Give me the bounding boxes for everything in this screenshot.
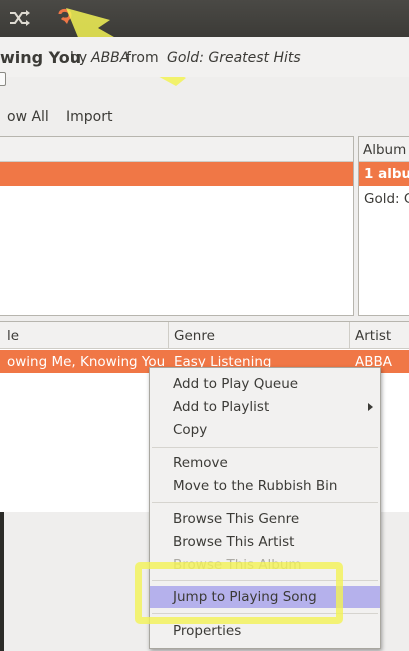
now-playing-artist: ABBA (91, 50, 130, 66)
menu-item-label: Add to Playlist (173, 399, 270, 415)
menu-separator (152, 447, 378, 448)
song-title-cell: owing Me, Knowing You (7, 354, 166, 370)
album-browser-pane: Album 1 albu Gold: C (358, 136, 409, 316)
menu-item-label: Copy (173, 422, 208, 438)
artist-column-header[interactable]: Artist (355, 328, 391, 344)
column-divider[interactable] (349, 322, 350, 348)
menu-item-label: Properties (173, 623, 242, 639)
album-row[interactable]: Gold: C (364, 191, 409, 207)
menu-separator (152, 502, 378, 503)
menu-item-copy[interactable]: Copy (150, 419, 380, 441)
album-selected-row[interactable]: 1 albu (359, 162, 409, 186)
menu-item-label: Add to Play Queue (173, 376, 299, 392)
menu-item-move-to-rubbish-bin[interactable]: Move to the Rubbish Bin (150, 475, 380, 497)
menu-item-label: Browse This Artist (173, 534, 295, 550)
song-list-header: le Genre Artist (0, 322, 409, 349)
now-playing-from: from (126, 50, 159, 66)
album-column-label: Album (363, 142, 407, 158)
now-playing-title: wing You (0, 48, 82, 67)
now-playing-by: by (70, 50, 88, 66)
now-playing-bar: wing You by ABBA from Gold: Greatest Hit… (0, 37, 409, 77)
submenu-arrow-icon (368, 403, 373, 411)
shuffle-icon[interactable] (7, 6, 33, 30)
now-playing-album: Gold: Greatest Hits (167, 50, 301, 66)
import-button[interactable]: Import (66, 109, 112, 125)
seek-slider-knob[interactable] (0, 72, 6, 86)
menu-item-add-to-playlist[interactable]: Add to Playlist (150, 396, 380, 418)
browser-toolbar: ow All Import (0, 100, 409, 132)
menu-item-remove[interactable]: Remove (150, 452, 380, 474)
menu-item-browse-artist[interactable]: Browse This Artist (150, 531, 380, 553)
menu-item-label: Browse This Genre (173, 511, 300, 527)
album-selected-label: 1 albu (364, 166, 409, 182)
menu-item-browse-genre[interactable]: Browse This Genre (150, 508, 380, 530)
genre-browser-pane (0, 136, 354, 316)
album-pane-header[interactable]: Album (359, 137, 409, 162)
menu-item-label: Move to the Rubbish Bin (173, 478, 338, 494)
annotation-highlight-box (135, 562, 343, 624)
column-divider[interactable] (168, 322, 169, 348)
title-column-header[interactable]: le (7, 328, 19, 344)
genre-selected-row[interactable] (0, 162, 353, 186)
genre-pane-header[interactable] (0, 137, 353, 162)
menu-item-add-to-play-queue[interactable]: Add to Play Queue (150, 373, 380, 395)
window-edge-highlight (4, 512, 6, 651)
show-all-button[interactable]: ow All (7, 109, 49, 125)
menu-item-label: Remove (173, 455, 228, 471)
genre-column-header[interactable]: Genre (174, 328, 215, 344)
